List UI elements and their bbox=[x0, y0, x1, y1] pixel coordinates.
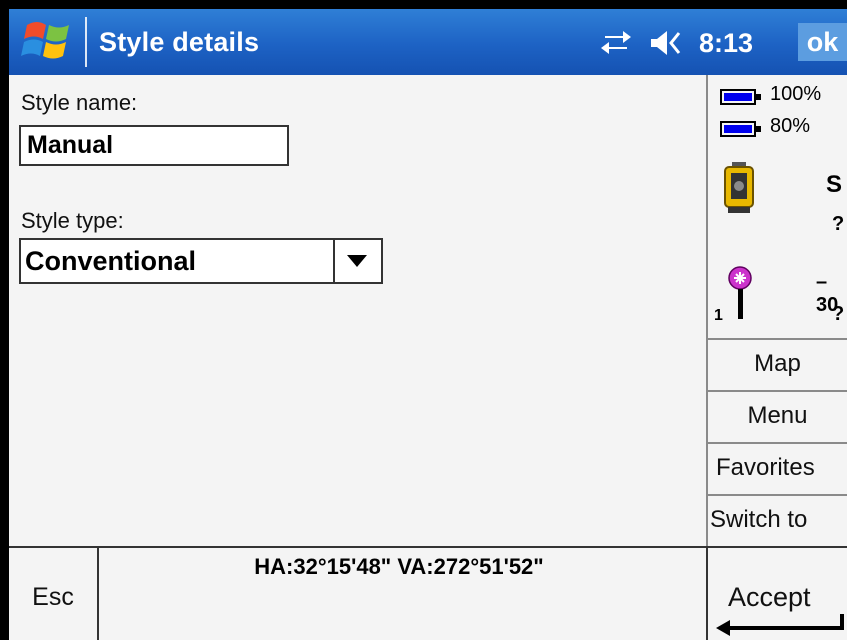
sync-icon[interactable] bbox=[599, 28, 633, 56]
title-bar: Style details 8:13 ok bbox=[9, 9, 847, 75]
target-status-value: ? bbox=[832, 303, 845, 325]
total-station-icon[interactable] bbox=[722, 161, 756, 219]
start-button[interactable] bbox=[9, 9, 87, 75]
style-form: Style name: Manual Style type: Conventio… bbox=[9, 75, 706, 548]
battery-icon bbox=[720, 89, 761, 105]
target-number: 1 bbox=[714, 307, 723, 324]
bottom-bar: Esc HA:32°15'48" VA:272°51'52" Accept bbox=[9, 546, 847, 640]
switch-to-button[interactable]: Switch to bbox=[706, 494, 847, 546]
style-type-label: Style type: bbox=[21, 208, 124, 233]
volume-icon[interactable] bbox=[649, 28, 689, 58]
dropdown-arrow-icon bbox=[347, 255, 367, 267]
enter-arrow-icon bbox=[716, 614, 844, 636]
menu-button[interactable]: Menu bbox=[706, 390, 847, 442]
ok-button[interactable]: ok bbox=[798, 23, 847, 61]
battery-icon bbox=[720, 121, 761, 137]
instrument-status-letter: S bbox=[826, 171, 843, 198]
screen: Style details 8:13 ok Style name: Manual… bbox=[9, 9, 847, 640]
windows-start-icon bbox=[21, 22, 69, 59]
esc-button[interactable]: Esc bbox=[9, 548, 99, 640]
map-button[interactable]: Map bbox=[706, 338, 847, 390]
battery-2-level: 80% bbox=[770, 115, 811, 137]
style-name-label: Style name: bbox=[21, 90, 138, 115]
style-type-select[interactable]: Conventional bbox=[19, 238, 383, 284]
angle-readout: HA:32°15'48" VA:272°51'52" bbox=[99, 548, 706, 640]
style-type-value: Conventional bbox=[25, 246, 197, 276]
prism-target-icon[interactable] bbox=[724, 265, 754, 321]
accept-button[interactable]: Accept bbox=[706, 548, 847, 640]
style-name-input[interactable]: Manual bbox=[19, 125, 289, 166]
accept-label: Accept bbox=[728, 582, 811, 612]
favorites-button[interactable]: Favorites bbox=[706, 442, 847, 494]
window-title: Style details bbox=[99, 27, 260, 57]
instrument-status-value: ? bbox=[832, 213, 845, 235]
status-panel: 100% 80% S ? 1 –30 ? bbox=[706, 75, 847, 338]
angle-readout-text: HA:32°15'48" VA:272°51'52" bbox=[254, 554, 544, 579]
battery-1-level: 100% bbox=[770, 83, 822, 105]
clock[interactable]: 8:13 bbox=[699, 28, 753, 59]
dropdown-button[interactable] bbox=[333, 240, 381, 282]
